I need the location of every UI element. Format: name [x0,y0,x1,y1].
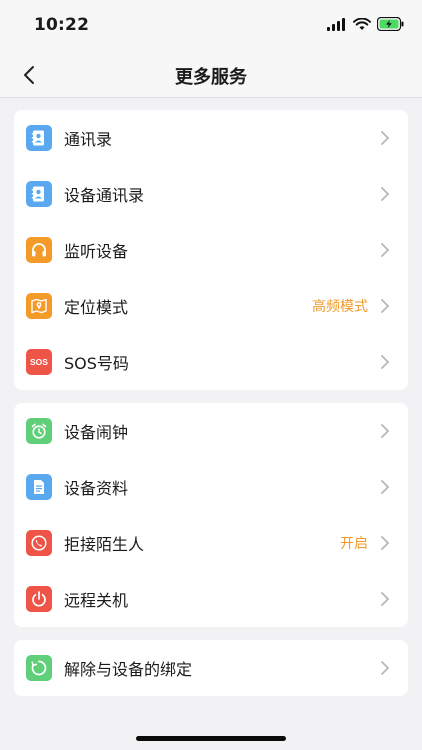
menu-item-sos-number[interactable]: SOS SOS号码 [14,334,408,390]
chevron-right-icon [380,242,390,258]
document-icon [26,474,52,500]
service-group-3: 解除与设备的绑定 [14,640,408,696]
menu-item-label: 解除与设备的绑定 [64,660,193,679]
chevron-right-icon [380,130,390,146]
menu-item-device-alarm[interactable]: 设备闹钟 [14,403,408,459]
menu-item-monitor-device[interactable]: 监听设备 [14,222,408,278]
contacts-icon [26,125,52,151]
menu-item-location-mode[interactable]: 定位模式 高频模式 [14,278,408,334]
home-indicator [136,736,286,741]
navigation-bar: 更多服务 [0,52,422,98]
menu-item-label: 通讯录 [64,130,113,149]
phone-block-icon [26,530,52,556]
menu-item-remote-shutdown[interactable]: 远程关机 [14,571,408,627]
chevron-right-icon [380,479,390,495]
chevron-right-icon [380,354,390,370]
device-contacts-icon [26,181,52,207]
menu-item-device-info[interactable]: 设备资料 [14,459,408,515]
alarm-icon [26,418,52,444]
menu-item-label: 监听设备 [64,242,129,261]
menu-item-reject-strangers[interactable]: 拒接陌生人 开启 [14,515,408,571]
page-title: 更多服务 [175,67,247,88]
location-mode-value: 高频模式 [312,299,368,315]
menu-item-device-contacts[interactable]: 设备通讯录 [14,166,408,222]
menu-item-label: 定位模式 [64,298,129,317]
status-icons [327,17,404,31]
chevron-right-icon [380,423,390,439]
menu-item-label: 设备闹钟 [64,423,129,442]
map-icon [26,293,52,319]
sos-icon-text: SOS [30,357,48,367]
menu-item-label: 设备资料 [64,479,129,498]
reject-strangers-value: 开启 [340,536,368,552]
signal-icon [327,17,345,31]
menu-item-contacts[interactable]: 通讯录 [14,110,408,166]
unbind-icon [26,655,52,681]
battery-icon [377,17,404,31]
sos-icon: SOS [26,349,52,375]
chevron-right-icon [380,186,390,202]
headphones-icon [26,237,52,263]
chevron-right-icon [380,298,390,314]
wifi-icon [353,17,371,30]
menu-item-label: 拒接陌生人 [64,535,145,554]
status-bar: 10:22 [0,0,422,52]
menu-item-label: 远程关机 [64,591,129,610]
chevron-right-icon [380,535,390,551]
service-group-1: 通讯录 设备通讯录 监听设备 定位模式 高频模式 SOS SOS号码 [14,110,408,390]
menu-item-unbind-device[interactable]: 解除与设备的绑定 [14,640,408,696]
menu-item-label: SOS号码 [64,354,129,373]
chevron-right-icon [380,591,390,607]
power-icon [26,586,52,612]
status-time: 10:22 [34,15,90,35]
chevron-right-icon [380,660,390,676]
menu-item-label: 设备通讯录 [64,186,145,205]
service-group-2: 设备闹钟 设备资料 拒接陌生人 开启 远程关机 [14,403,408,627]
